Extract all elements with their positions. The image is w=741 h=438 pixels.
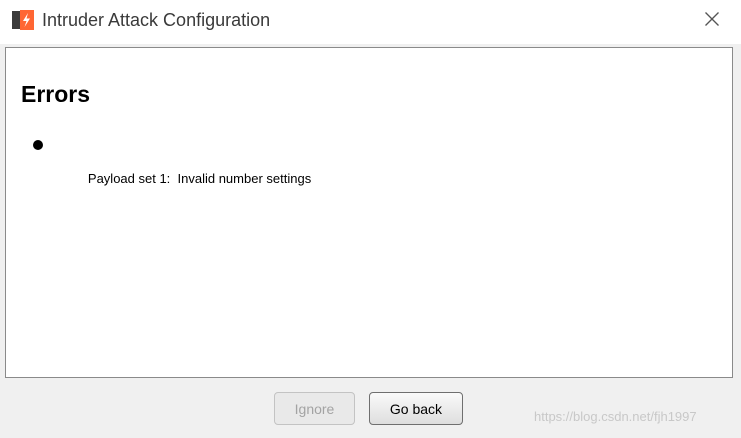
list-item: Payload set 1: Invalid number settings (30, 136, 311, 204)
ignore-button[interactable]: Ignore (274, 392, 355, 425)
burp-suite-icon (12, 10, 34, 30)
watermark: https://blog.csdn.net/fjh1997 (534, 409, 697, 424)
error-list: Payload set 1: Invalid number settings (30, 136, 311, 204)
dialog-window: Intruder Attack Configuration Errors Pay… (0, 0, 741, 438)
error-message: Payload set 1: Invalid number settings (87, 171, 312, 186)
close-button[interactable] (694, 4, 730, 38)
errors-panel: Errors Payload set 1: Invalid number set… (5, 47, 733, 378)
close-icon (704, 11, 720, 32)
go-back-button[interactable]: Go back (369, 392, 463, 425)
title-bar[interactable]: Intruder Attack Configuration (0, 0, 741, 44)
errors-heading: Errors (21, 81, 91, 107)
bullet-icon (33, 140, 43, 150)
window-title: Intruder Attack Configuration (42, 10, 271, 30)
